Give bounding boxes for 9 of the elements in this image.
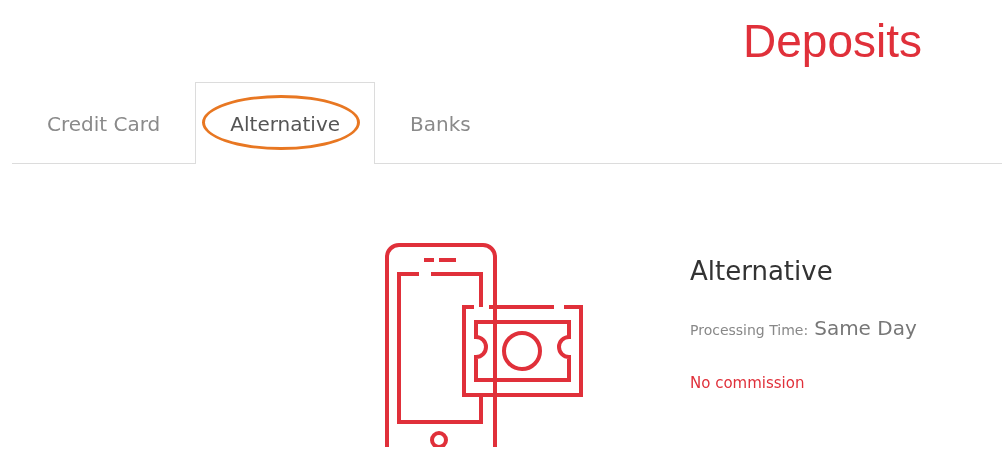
page-title: Deposits xyxy=(743,14,922,69)
tab[interactable]: Credit Card xyxy=(12,83,196,164)
commission-text: No commission xyxy=(690,374,806,392)
phone-money-icon xyxy=(384,242,586,447)
tab[interactable]: Banks xyxy=(375,83,506,164)
tab[interactable]: Alternative xyxy=(195,82,376,164)
processing-label: Processing Time: xyxy=(690,322,809,338)
method-title: Alternative xyxy=(690,256,834,286)
processing-value: Same Day xyxy=(814,316,917,340)
